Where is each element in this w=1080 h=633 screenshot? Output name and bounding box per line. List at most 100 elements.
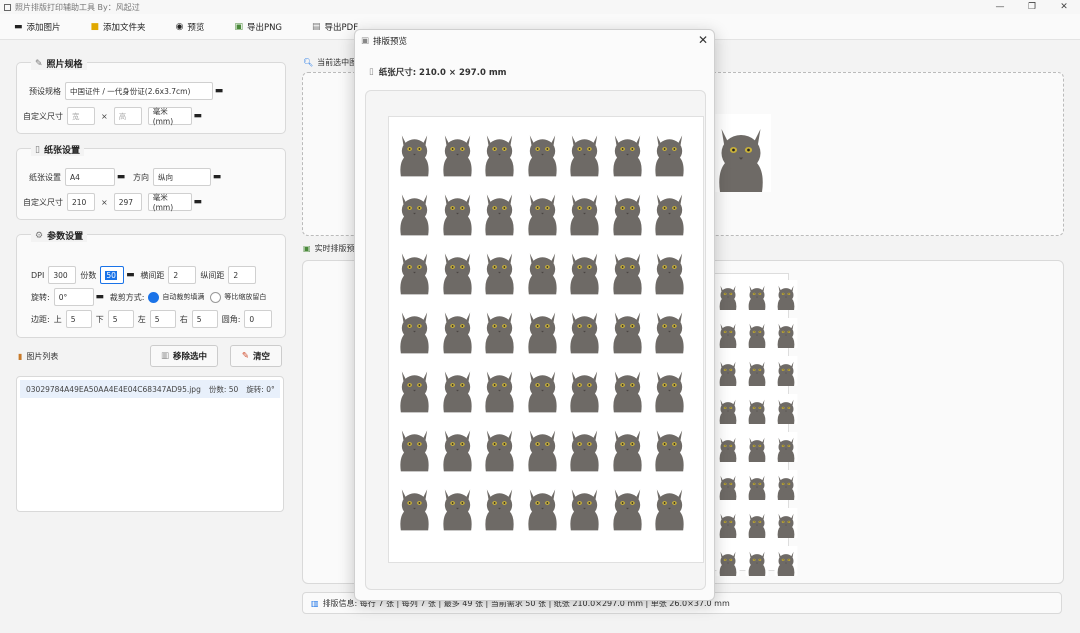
list-item[interactable]: 03029784A49EA50AA4E4E04C68347AD95.jpg 份数…	[20, 380, 280, 398]
trash-icon: ▥	[160, 351, 169, 361]
rotate-select[interactable]: 0°	[53, 288, 94, 306]
paper-select[interactable]: A4	[65, 168, 115, 186]
close-window-icon[interactable]: ✕	[1048, 0, 1080, 14]
dialog-title: 排版预览	[373, 37, 408, 47]
orientation-dropdown-icon[interactable]: ▬	[211, 168, 223, 186]
photo-thumbnail	[522, 479, 562, 531]
photo-thumbnail	[437, 302, 477, 354]
paper-width-input[interactable]: 210	[67, 193, 95, 211]
preset-dropdown-icon[interactable]: ▬	[213, 82, 225, 100]
margin-left-value: 5	[154, 314, 160, 324]
photo-thumbnail	[480, 125, 519, 177]
photo-thumbnail	[480, 184, 519, 236]
photo-thumbnail	[607, 243, 647, 295]
photo-thumbnail	[565, 361, 604, 413]
paper-height-input[interactable]: 297	[113, 193, 142, 211]
photo-thumbnail	[437, 125, 477, 177]
width-input[interactable]: 宽	[67, 107, 95, 125]
corner-input[interactable]: 0	[244, 310, 273, 328]
rotate-dropdown-icon[interactable]: ▬	[94, 288, 106, 306]
image-list[interactable]: 03029784A49EA50AA4E4E04C68347AD95.jpg 份数…	[16, 376, 284, 512]
unit-select[interactable]: 毫米(mm)	[147, 107, 192, 126]
photo-thumbnail	[650, 243, 689, 295]
pencil-icon: ✎	[35, 58, 43, 69]
minimize-icon[interactable]: —	[984, 0, 1016, 14]
preset-select[interactable]: 中国证件 / 一代身份证(2.6x3.7cm)	[65, 82, 213, 100]
image-list-title-text: 图片列表	[26, 352, 59, 361]
copies-stepper-icon[interactable]: ▬	[124, 266, 136, 284]
margin-bottom-value: 5	[112, 314, 118, 324]
margin-right-input[interactable]: 5	[191, 310, 218, 328]
paper-unit-select[interactable]: 毫米(mm)	[147, 193, 192, 212]
paper-row: 纸张设置 A4 ▬ 方向 纵向 ▬	[29, 168, 223, 186]
photo-thumbnail	[522, 243, 562, 295]
image-list-title: ▮ 图片列表	[18, 351, 58, 362]
height-placeholder: 高	[118, 111, 127, 121]
photo-thumbnail	[395, 125, 434, 177]
unit-dropdown-icon[interactable]: ▬	[192, 107, 204, 125]
paper-width-value: 210	[72, 197, 87, 207]
vgap-value: 2	[233, 270, 239, 280]
paper-dropdown-icon[interactable]: ▬	[115, 168, 127, 186]
add-folder-button[interactable]: ■ 添加文件夹	[91, 21, 146, 33]
crop-auto-radio[interactable]	[148, 291, 160, 303]
photo-thumbnail	[607, 302, 647, 354]
export-pdf-button[interactable]: ▤ 导出PDF	[312, 21, 358, 33]
params-group: ⚙ 参数设置 DPI 300 份数 50 ▬ 横间距 2 纵间距 2 旋转: 0…	[16, 229, 286, 338]
custom-size-label: 自定义尺寸	[23, 111, 63, 121]
photo-thumbnail	[650, 184, 689, 236]
document-icon: ▤	[312, 21, 321, 32]
orientation-select[interactable]: 纵向	[153, 168, 211, 186]
margin-bottom-input[interactable]: 5	[107, 310, 134, 328]
hgap-input[interactable]: 2	[168, 266, 197, 284]
paper-size-text: 纸张尺寸: 210.0 × 297.0 mm	[378, 68, 507, 78]
photo-thumbnail	[480, 302, 519, 354]
paper-unit-dropdown-icon[interactable]: ▬	[192, 193, 204, 211]
photo-thumbnail	[607, 361, 647, 413]
clear-label: 清空	[253, 352, 271, 362]
photo-thumbnail	[650, 420, 689, 472]
gear-icon: ⚙	[35, 230, 44, 241]
photo-thumbnail	[437, 184, 477, 236]
params-title-text: 参数设置	[47, 232, 84, 242]
margin-top-input[interactable]: 5	[65, 310, 92, 328]
list-item-copies: 份数: 50	[208, 384, 239, 394]
margin-label: 边距:	[31, 314, 50, 324]
current-cat-image	[711, 73, 771, 233]
photo-thumbnail	[395, 302, 434, 354]
add-image-button[interactable]: ▬ 添加图片	[14, 21, 61, 33]
rotate-row: 旋转: 0° ▬ 裁剪方式: 自动裁剪填满 等比缩放留白	[31, 288, 266, 306]
picture-icon: ▣	[234, 21, 243, 32]
height-input[interactable]: 高	[113, 107, 142, 125]
add-folder-label: 添加文件夹	[103, 22, 146, 33]
export-png-button[interactable]: ▣ 导出PNG	[234, 21, 282, 33]
margin-left-input[interactable]: 5	[149, 310, 176, 328]
crop-auto-label: 自动裁剪填满	[162, 293, 205, 301]
copies-input[interactable]: 50	[100, 266, 125, 284]
preview-thumbnail	[716, 356, 740, 386]
remove-selected-button[interactable]: ▥ 移除选中	[150, 345, 218, 367]
paper-title: ▯ 纸张设置	[31, 143, 84, 156]
folder-icon: ■	[90, 21, 100, 32]
margin-right-value: 5	[196, 314, 202, 324]
preview-thumbnail	[716, 432, 740, 462]
photo-thumbnail	[395, 420, 434, 472]
preview-button[interactable]: ◉ 预览	[176, 21, 205, 33]
brush-icon: ✎	[241, 351, 250, 361]
clear-button[interactable]: ✎ 清空	[230, 345, 282, 367]
preview-sheet	[388, 116, 704, 563]
list-item-rotate: 旋转: 0°	[246, 384, 275, 394]
dialog-preview-canvas[interactable]	[365, 90, 706, 590]
dialog-close-icon[interactable]: ✕	[698, 33, 708, 47]
margin-bottom-label: 下	[95, 314, 104, 324]
margin-top-label: 上	[53, 314, 62, 324]
vgap-input[interactable]: 2	[228, 266, 257, 284]
crop-fit-radio[interactable]	[210, 291, 222, 303]
crop-label: 裁剪方式:	[109, 292, 145, 302]
dpi-input[interactable]: 300	[48, 266, 77, 284]
add-image-label: 添加图片	[26, 22, 61, 33]
photo-thumbnail	[565, 479, 604, 531]
preview-thumbnail	[774, 546, 798, 576]
paper-group: ▯ 纸张设置 纸张设置 A4 ▬ 方向 纵向 ▬ 自定义尺寸 210 × 297…	[16, 143, 286, 220]
maximize-icon[interactable]: ❐	[1016, 0, 1048, 14]
